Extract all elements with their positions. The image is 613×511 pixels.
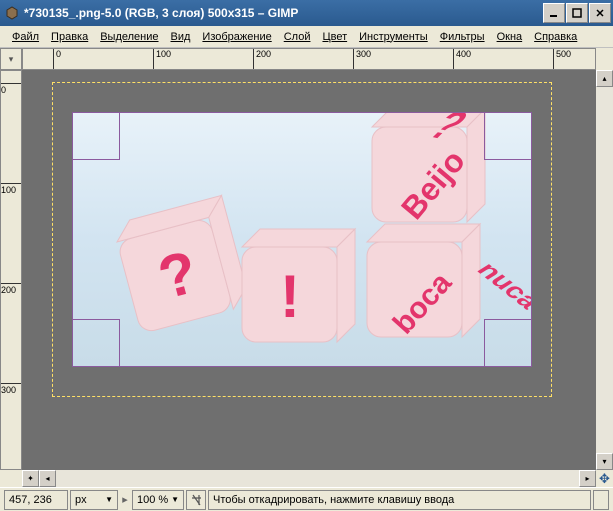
scrollbar-horizontal[interactable]: ✦ ◂ ▸ [22,470,596,487]
ruler-tick: 300 [353,49,371,69]
status-coordinates: 457, 236 [4,490,68,510]
menu-select[interactable]: Выделение [94,29,164,45]
ruler-tick: 400 [453,49,471,69]
statusbar: 457, 236 px▼ ▸ 100 %▼ Чтобы откадрироват… [0,487,613,511]
ruler-vertical[interactable]: 0 100 200 300 [0,70,22,470]
canvas-viewport[interactable]: ? ! Beijo ? [22,70,596,470]
status-message: Чтобы откадрировать, нажмите клавишу вво… [208,490,591,510]
workarea: ▾ 0 100 200 300 400 500 0 100 200 300 ? [0,48,613,487]
menu-layer[interactable]: Слой [278,29,317,45]
menu-tools[interactable]: Инструменты [353,29,434,45]
minimize-button[interactable] [543,3,565,23]
crop-handle-tr[interactable] [484,112,532,160]
menu-color[interactable]: Цвет [316,29,353,45]
zoom-selector[interactable]: 100 %▼ [132,490,184,510]
close-button[interactable] [589,3,611,23]
window-title: *730135_.png-5.0 (RGB, 3 слоя) 500x315 –… [24,6,542,20]
menu-file[interactable]: Файл [6,29,45,45]
scroll-track-h[interactable] [56,470,579,487]
crop-handle-tl[interactable] [72,112,120,160]
menu-windows[interactable]: Окна [491,29,529,45]
scroll-right-button[interactable]: ▸ [579,470,596,487]
app-icon [4,5,20,21]
scroll-down-button[interactable]: ▾ [596,453,613,470]
ruler-tick: 100 [153,49,171,69]
navigation-icon[interactable]: ✥ [596,470,613,487]
scroll-toggle-icon[interactable]: ✦ [22,470,39,487]
ruler-tick: 0 [1,83,21,95]
chevron-down-icon: ▼ [171,495,179,504]
ruler-corner[interactable]: ▾ [0,48,22,70]
menu-filters[interactable]: Фильтры [434,29,491,45]
menu-help[interactable]: Справка [528,29,583,45]
scrollbar-vertical[interactable]: ▴ ▾ [596,70,613,470]
ruler-tick: 0 [53,49,61,69]
status-separator: ▸ [120,493,130,506]
crop-handle-br[interactable] [484,319,532,367]
ruler-tick: 200 [253,49,271,69]
scroll-left-button[interactable]: ◂ [39,470,56,487]
maximize-button[interactable] [566,3,588,23]
ruler-tick: 300 [1,383,21,395]
unit-selector[interactable]: px▼ [70,490,118,510]
chevron-down-icon: ▼ [105,495,113,504]
ruler-horizontal[interactable]: 0 100 200 300 400 500 [22,48,596,70]
menu-view[interactable]: Вид [165,29,197,45]
ruler-tick: 200 [1,283,21,295]
crop-handle-bl[interactable] [72,319,120,367]
status-resize-grip[interactable] [593,490,609,510]
canvas[interactable]: ? ! Beijo ? [52,82,552,397]
scroll-up-button[interactable]: ▴ [596,70,613,87]
titlebar: *730135_.png-5.0 (RGB, 3 слоя) 500x315 –… [0,0,613,26]
scroll-track-v[interactable] [596,87,613,453]
crop-rectangle[interactable] [72,112,532,367]
crop-tool-icon [186,490,206,510]
menubar: Файл Правка Выделение Вид Изображение Сл… [0,26,613,48]
menu-edit[interactable]: Правка [45,29,94,45]
ruler-tick: 100 [1,183,21,195]
ruler-tick: 500 [553,49,571,69]
menu-image[interactable]: Изображение [196,29,277,45]
